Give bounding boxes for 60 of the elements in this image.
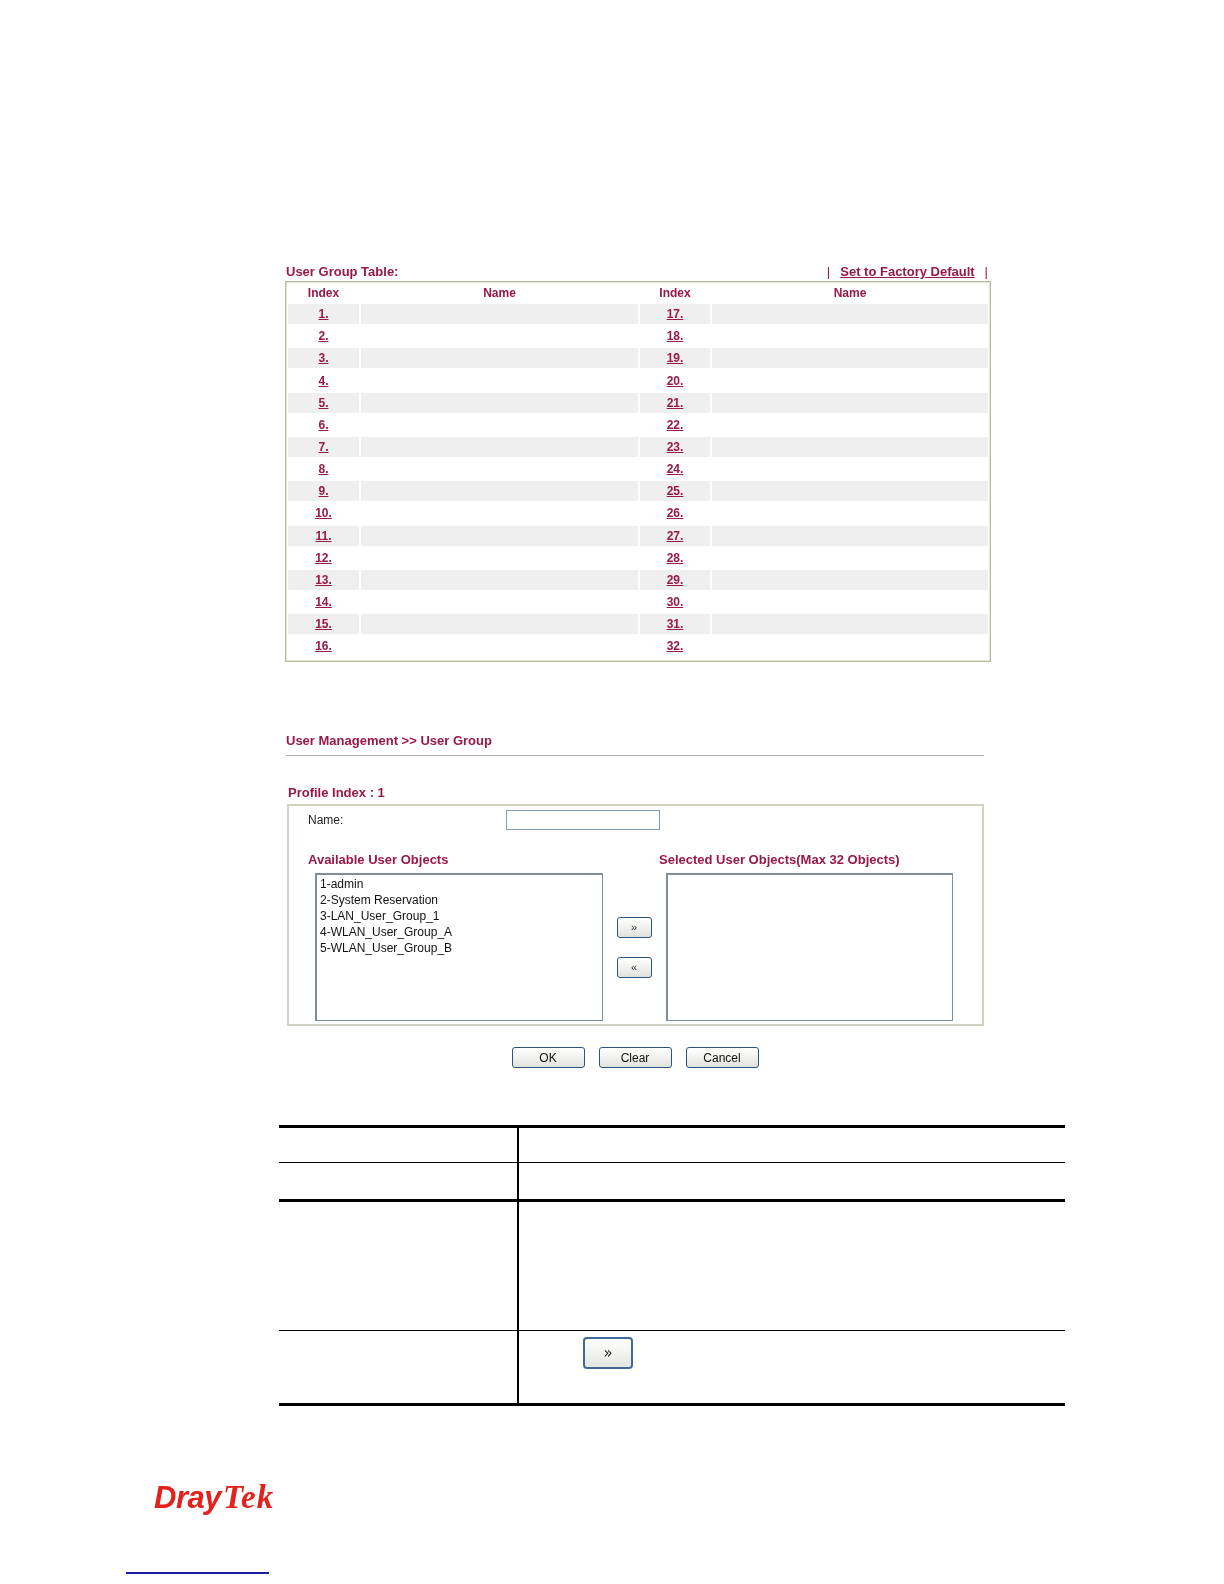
name-input[interactable] — [506, 810, 660, 831]
ok-button[interactable]: OK — [511, 1047, 585, 1069]
list-title: Available User Objects — [308, 852, 450, 869]
index-link[interactable]: 15. — [315, 617, 332, 632]
index-link[interactable]: 6. — [318, 417, 329, 432]
breadcrumb-title: User Management >> User Group — [286, 733, 493, 750]
index-link[interactable]: 9. — [318, 484, 329, 499]
index-link[interactable]: 24. — [666, 462, 684, 477]
list-option[interactable]: 5-WLAN_User_Group_B — [318, 940, 600, 957]
selected-objects-list[interactable] — [666, 873, 953, 1022]
index-link[interactable]: 11. — [315, 528, 332, 543]
list-option[interactable]: 1-admin — [318, 876, 600, 893]
list-title: Selected User Objects(Max 32 Objects) — [659, 852, 901, 869]
index-link[interactable]: 28. — [666, 550, 684, 565]
table-title: User Group Table: — [286, 264, 399, 279]
index-link[interactable]: 14. — [315, 594, 332, 609]
logo: DrayTek — [154, 1480, 275, 1516]
index-link[interactable]: 17. — [666, 307, 684, 322]
column-header: Index — [307, 286, 340, 300]
link-separator: | — [826, 264, 831, 279]
index-link[interactable]: 12. — [315, 550, 332, 565]
index-link[interactable]: 10. — [315, 506, 332, 521]
index-link[interactable]: 5. — [318, 395, 329, 410]
index-link[interactable]: 2. — [318, 329, 329, 344]
column-header: Name — [483, 286, 516, 300]
index-link[interactable]: 26. — [666, 506, 684, 521]
link-separator: | — [984, 264, 988, 279]
index-link[interactable]: 8. — [318, 462, 329, 477]
index-link[interactable]: 30. — [666, 594, 684, 609]
index-link[interactable]: 18. — [666, 329, 684, 344]
index-link[interactable]: 25. — [666, 484, 684, 499]
factory-default-link[interactable]: Set to Factory Default — [840, 264, 975, 279]
profile-index-label: Profile Index : 1 — [288, 785, 386, 802]
index-link[interactable]: 29. — [666, 572, 684, 587]
index-link[interactable]: 32. — [666, 639, 684, 654]
index-link[interactable]: 16. — [315, 639, 332, 654]
list-option[interactable]: 2-System Reservation — [318, 892, 600, 909]
list-option[interactable]: 4-WLAN_User_Group_A — [318, 924, 600, 941]
index-link[interactable]: 31. — [666, 617, 684, 632]
index-link[interactable]: 21. — [666, 395, 684, 410]
column-header: Index — [659, 286, 691, 300]
index-link[interactable]: 3. — [318, 351, 329, 366]
name-label: Name: — [308, 813, 345, 828]
index-link[interactable]: 4. — [318, 373, 329, 388]
index-link[interactable]: 7. — [318, 440, 329, 454]
index-link[interactable]: 23. — [666, 440, 684, 454]
index-link[interactable]: 27. — [666, 528, 684, 543]
move-button[interactable]: « — [616, 956, 652, 978]
index-link[interactable]: 20. — [666, 373, 684, 388]
index-link[interactable]: 13. — [315, 572, 332, 587]
index-link[interactable]: 22. — [666, 417, 684, 432]
list-option[interactable]: 3-LAN_User_Group_1 — [318, 908, 600, 925]
column-header: Name — [833, 286, 867, 300]
index-link[interactable]: 19. — [666, 351, 684, 366]
cancel-button[interactable]: Cancel — [685, 1047, 759, 1069]
clear-button[interactable]: Clear — [598, 1047, 672, 1069]
available-objects-list[interactable]: 1-admin 2-System Reservation 3-LAN_User_Group_1 4-WLAN_User_Group_A 5-WLAN_User_Group_B — [315, 873, 603, 1022]
move-button[interactable]: » — [616, 916, 652, 938]
index-link[interactable]: 1. — [318, 307, 329, 322]
move-button[interactable]: » — [583, 1337, 633, 1370]
